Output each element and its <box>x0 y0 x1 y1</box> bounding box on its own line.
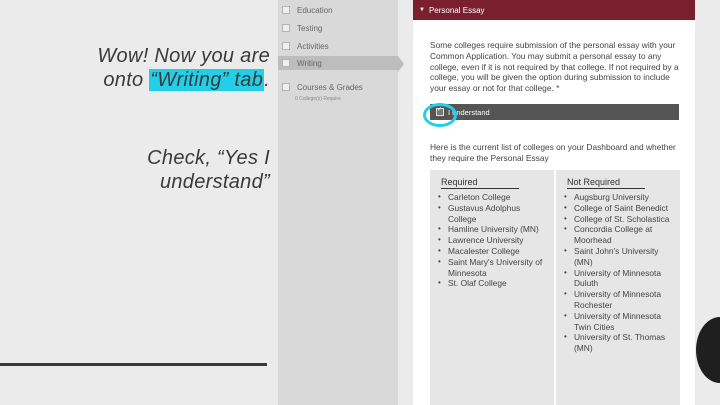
nav-item-education[interactable]: Education <box>282 3 333 17</box>
list-item: Gustavus Adolphus College <box>438 203 550 225</box>
check-line-2: understand” <box>159 171 270 193</box>
collapse-triangle-icon: ▼ <box>419 7 425 13</box>
checkbox-icon <box>282 24 290 32</box>
checkbox-icon <box>282 42 290 50</box>
instruction-line-2-prefix: onto <box>103 69 150 91</box>
not-required-colleges-column: Not Required Augsburg University College… <box>556 170 680 405</box>
list-item: University of Minnesota Rochester <box>564 289 676 311</box>
understand-checkbox-row[interactable]: I understand <box>430 104 679 120</box>
instruction-line-2: onto “Writing” tab. <box>97 68 270 92</box>
list-item: Carleton College <box>438 192 550 203</box>
nav-item-label: Writing <box>297 58 322 68</box>
decorative-circle <box>696 317 720 383</box>
decorative-underline <box>0 363 267 366</box>
required-college-list: Carleton College Gustavus Adolphus Colle… <box>438 192 550 289</box>
list-item: St. Olaf College <box>438 278 550 289</box>
instruction-text-check: Check, “Yes I understand” <box>147 146 270 194</box>
nav-item-label: Activities <box>297 41 329 51</box>
required-colleges-column: Required Carleton College Gustavus Adolp… <box>430 170 554 405</box>
list-item: University of Minnesota Duluth <box>564 268 676 290</box>
list-item: University of Minnesota Twin Cities <box>564 311 676 333</box>
list-item: Augsburg University <box>564 192 676 203</box>
nav-item-testing[interactable]: Testing <box>282 21 322 35</box>
not-required-college-list: Augsburg University College of Saint Ben… <box>564 192 676 354</box>
nav-item-writing[interactable]: Writing <box>278 56 404 72</box>
check-line-1: Check, “Yes I <box>147 147 270 169</box>
list-item: Saint John's University (MN) <box>564 246 676 268</box>
nav-item-label: Courses & Grades <box>297 82 363 92</box>
instruction-line-2-suffix: . <box>264 69 270 91</box>
nav-item-label: Education <box>297 5 333 15</box>
personal-essay-header[interactable]: ▼ Personal Essay <box>413 0 695 20</box>
nav-item-courses-grades[interactable]: Courses & Grades <box>282 80 363 94</box>
list-item: College of Saint Benedict <box>564 203 676 214</box>
instruction-line-1: Wow! Now you are <box>97 45 270 67</box>
list-item: College of St. Scholastica <box>564 214 676 225</box>
college-list-intro: Here is the current list of colleges on … <box>430 142 676 163</box>
highlight-circle <box>423 103 457 127</box>
checkbox-icon <box>282 59 290 67</box>
not-required-header: Not Required <box>567 177 645 189</box>
section-nav: Education Testing Activities Writing Cou… <box>278 0 404 405</box>
essay-description: Some colleges require submission of the … <box>430 40 679 94</box>
list-item: Lawrence University <box>438 235 550 246</box>
instruction-text-writing-tab: Wow! Now you are onto “Writing” tab. <box>97 44 270 92</box>
personal-essay-title: Personal Essay <box>428 5 485 15</box>
checkbox-icon <box>282 6 290 14</box>
nav-item-activities[interactable]: Activities <box>282 39 329 53</box>
highlighted-writing-tab-text: “Writing” tab <box>149 69 265 91</box>
list-item: Hamline University (MN) <box>438 224 550 235</box>
nav-item-label: Testing <box>297 23 323 33</box>
checkbox-icon <box>282 83 290 91</box>
list-item: University of St. Thomas (MN) <box>564 332 676 354</box>
list-item: Concordia College at Moorhead <box>564 224 676 246</box>
required-header: Required <box>441 177 519 189</box>
list-item: Saint Mary's University of Minnesota <box>438 257 550 279</box>
courses-sub-label: 0 College(s) Require <box>295 96 341 102</box>
list-item: Macalester College <box>438 246 550 257</box>
